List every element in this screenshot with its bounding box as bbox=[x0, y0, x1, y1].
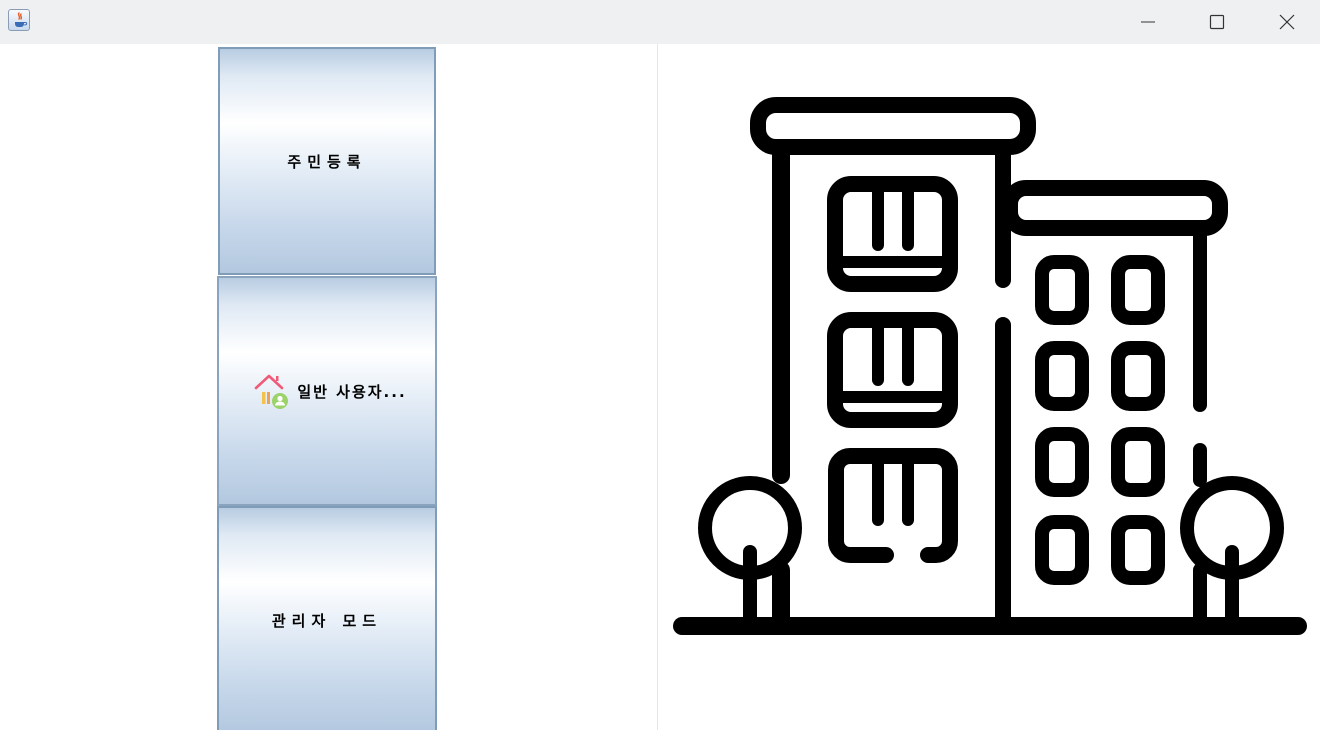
admin-mode-button[interactable]: 관리자 모드 bbox=[217, 506, 437, 730]
java-cup-icon[interactable] bbox=[8, 9, 30, 31]
resident-register-label: 주민등록 bbox=[287, 152, 367, 171]
app-window: 주민등록 일반 사용자... 관리자 모드 bbox=[0, 0, 1320, 730]
close-button[interactable] bbox=[1252, 0, 1320, 44]
maximize-button[interactable] bbox=[1182, 0, 1252, 44]
title-bar[interactable] bbox=[0, 0, 1320, 44]
minimize-button[interactable] bbox=[1113, 0, 1183, 44]
apartment-building-icon bbox=[673, 97, 1307, 635]
general-user-label: 일반 사용자... bbox=[297, 382, 407, 401]
close-icon bbox=[1279, 14, 1295, 30]
resident-register-button[interactable]: 주민등록 bbox=[218, 47, 436, 275]
minimize-icon bbox=[1141, 21, 1155, 23]
maximize-icon bbox=[1209, 14, 1225, 30]
house-user-icon bbox=[253, 372, 291, 410]
general-user-button[interactable]: 일반 사용자... bbox=[217, 276, 437, 506]
admin-mode-label: 관리자 모드 bbox=[271, 611, 383, 630]
